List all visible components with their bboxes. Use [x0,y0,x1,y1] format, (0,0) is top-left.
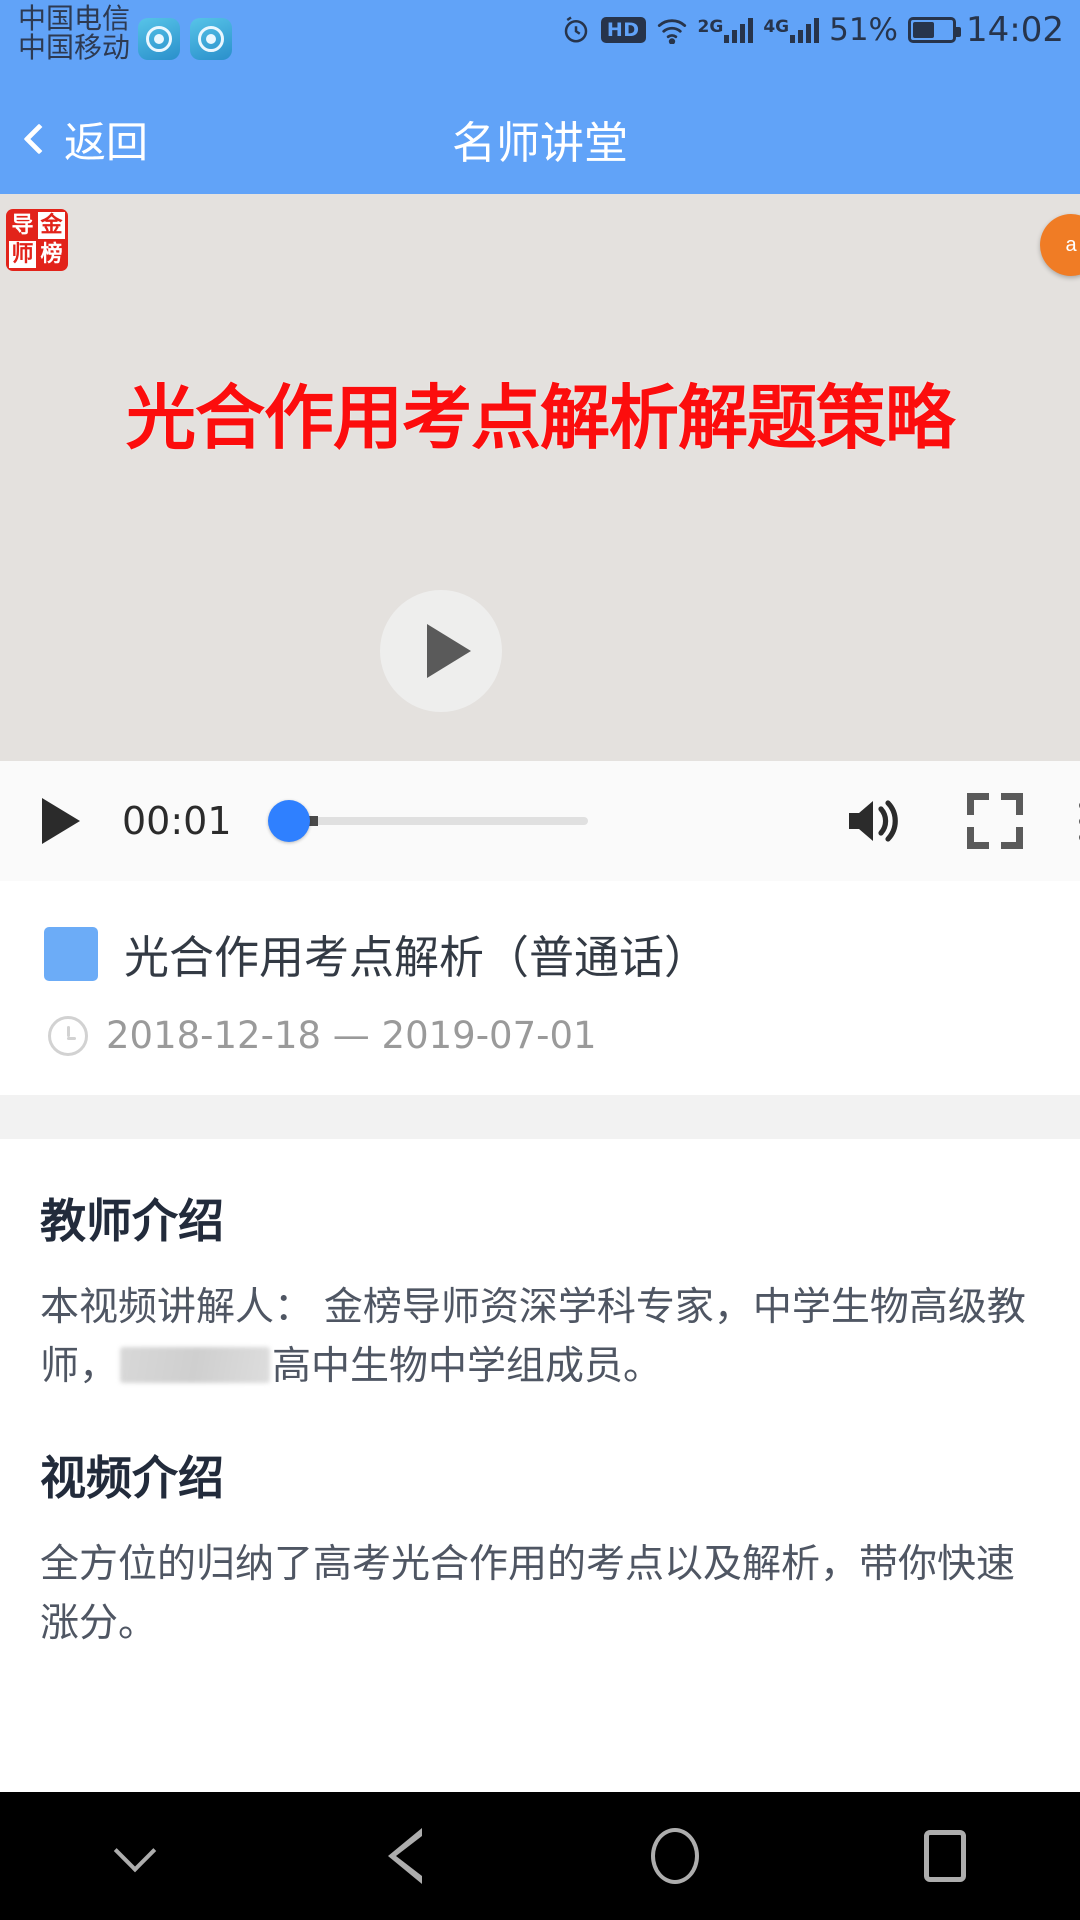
play-overlay-button[interactable] [380,590,502,712]
fullscreen-icon[interactable] [967,793,1023,849]
sim-icons [138,18,233,60]
video-title-row: 光合作用考点解析（普通话） [44,921,1036,986]
video-date-range: 2018-12-18 — 2019-07-01 [106,1014,597,1057]
android-home-button[interactable] [540,1828,810,1884]
volume-icon[interactable] [843,793,905,849]
color-chip [44,926,98,981]
nav-bar: 返回 名师讲堂 [0,84,1080,194]
carrier-name-1: 中国电信 [18,2,131,35]
signal-icon-4g: 4G [763,17,820,43]
app-screen: 中国电信 中国移动 HD 2G 4G 51% 14:02 返回 名师讲堂 导 金… [0,0,1080,1920]
video-date-row: 2018-12-18 — 2019-07-01 [44,1014,1036,1057]
android-navigation-bar [0,1792,1080,1920]
circle-home-icon [651,1828,699,1884]
current-time-label: 00:01 [122,799,232,843]
section-divider [0,1095,1080,1139]
play-triangle-icon [427,624,471,678]
progress-slider[interactable] [267,800,588,842]
back-button-label: 返回 [64,118,149,166]
chevron-left-icon [23,123,55,155]
status-clock: 14:02 [966,10,1064,50]
video-title: 光合作用考点解析（普通话） [124,932,710,983]
page-title: 名师讲堂 [452,119,628,168]
play-button[interactable] [42,798,80,844]
progress-thumb[interactable] [267,800,310,842]
carrier-names: 中国电信 中国移动 [18,4,130,63]
video-player[interactable]: 导 金 师 榜 a 光合作用考点解析解题策略 [0,194,1080,761]
back-button[interactable]: 返回 [0,109,148,170]
status-bar: 中国电信 中国移动 HD 2G 4G 51% 14:02 [0,0,1080,84]
controls-right-group [843,793,1080,849]
section-video-intro: 视频介绍 全方位的归纳了高考光合作用的考点以及解析，带你快速涨分。 [0,1396,1080,1653]
battery-percent: 51% [829,12,899,48]
sim-card-icon-1 [138,18,181,60]
clock-icon [48,1015,88,1056]
corner-badge-icon[interactable]: a [1040,214,1080,276]
wifi-icon [656,16,688,44]
alarm-icon [561,15,591,45]
signal-icon-2g: 2G [698,17,754,43]
android-recents-button[interactable] [810,1830,1080,1882]
section-heading: 教师介绍 [40,1195,224,1247]
carrier-name-2: 中国移动 [18,31,131,65]
section-body: 全方位的归纳了高考光合作用的考点以及解析，带你快速涨分。 [40,1543,1016,1645]
android-back-button[interactable] [270,1828,540,1884]
section-body: 本视频讲解人： 金榜导师资深学科专家，中学生物高级教师， 高中生物中学组成员。 [40,1257,1040,1396]
redacted-text [120,1346,271,1383]
section-body-after: 高中生物中学组成员。 [272,1344,663,1388]
triangle-back-icon [388,1828,422,1884]
chevron-down-icon [113,1829,157,1873]
video-controls-bar: 00:01 [0,761,1080,881]
section-heading: 视频介绍 [40,1452,224,1504]
brand-seal-logo: 导 金 师 榜 [6,209,68,271]
sim-card-icon-2 [190,18,233,60]
section-teacher-intro: 教师介绍 本视频讲解人： 金榜导师资深学科专家，中学生物高级教师， 高中生物中学组… [0,1139,1080,1396]
status-icons: HD 2G 4G 51% 14:02 [561,10,1064,50]
battery-icon [908,17,962,43]
hd-badge: HD [600,17,646,43]
hide-keyboard-button[interactable] [0,1829,270,1873]
square-recents-icon [924,1830,966,1882]
video-overlay-title: 光合作用考点解析解题策略 [126,379,955,457]
video-info-card: 光合作用考点解析（普通话） 2018-12-18 — 2019-07-01 [0,881,1080,1095]
